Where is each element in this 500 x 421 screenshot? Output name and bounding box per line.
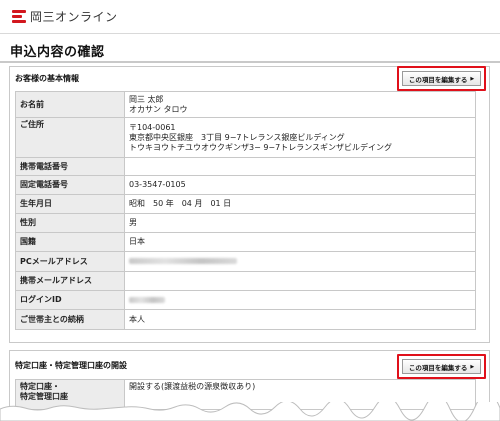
okasan-online-logo[interactable]: 岡三オンライン [12,8,118,25]
row-value-birthdate: 昭和 50 年 04 月 01 日 [124,194,476,214]
row-value-gender: 男 [124,213,476,233]
table-row: 性別 男 [15,213,476,233]
edit-button-label: この項目を編集する [408,75,468,84]
row-value-relationship: 本人 [124,309,476,330]
okasan-logo-icon [12,9,26,25]
basic-info-table: お名前 岡三 太郎 オカサン タロウ ご住所 〒104-0061 東京都中央区銀… [15,91,476,330]
row-label: 固定電話番号 [15,175,125,195]
table-row: お名前 岡三 太郎 オカサン タロウ [15,91,476,118]
row-value-nationality: 日本 [124,232,476,252]
postal-code: 〒104-0061 [129,122,176,132]
arrow-right-icon: ▶ [470,75,475,82]
table-row: 固定電話番号 03-3547-0105 [15,175,476,195]
row-value-mobile-email [124,271,476,291]
table-row: ご住所 〒104-0061 東京都中央区銀座 3丁目 9−7トレランス銀座ビルデ… [15,117,476,158]
table-row: PCメールアドレス [15,251,476,272]
row-label: 生年月日 [15,194,125,214]
edit-basic-info-button[interactable]: この項目を編集する ▶ [402,71,481,86]
table-row: 生年月日 昭和 50 年 04 月 01 日 [15,194,476,214]
row-value-name: 岡三 太郎 オカサン タロウ [124,91,476,118]
edit-frame-tokutei: この項目を編集する ▶ [397,354,486,379]
row-label: 国籍 [15,232,125,252]
row-value-login-id [124,290,476,310]
row-value-phone: 03-3547-0105 [124,175,476,195]
label-line: 特定口座・ [20,382,60,391]
table-row: 携帯メールアドレス [15,271,476,291]
table-row: 携帯電話番号 [15,157,476,176]
edit-tokutei-button[interactable]: この項目を編集する ▶ [402,359,481,374]
edit-button-label: この項目を編集する [408,363,468,372]
table-row: 国籍 日本 [15,232,476,252]
row-label: 性別 [15,213,125,233]
row-label: 携帯メールアドレス [15,271,125,291]
row-value-address: 〒104-0061 東京都中央区銀座 3丁目 9−7トレランス銀座ビルディング … [124,117,476,158]
row-label: 携帯電話番号 [15,157,125,176]
table-row: ログインID [15,290,476,310]
row-label: ログインID [15,290,125,310]
label-line: 特定管理口座 [20,392,68,401]
title-divider [0,61,500,63]
row-label: PCメールアドレス [15,251,125,272]
section-title-tokutei: 特定口座・特定管理口座の開設 [15,361,127,370]
arrow-right-icon: ▶ [470,363,475,370]
row-label: ご住所 [15,117,125,158]
row-label: お名前 [15,91,125,118]
obscured-email [129,258,237,264]
obscured-login-id [129,296,165,303]
edit-frame-basic-info: この項目を編集する ▶ [397,66,486,91]
address-kana: トウキヨウトチユウオウクギンザ3− 9−7トレランスギンザビルデイング [129,142,393,152]
site-header: 岡三オンライン [0,0,500,34]
logo-text: 岡三オンライン [30,10,118,24]
torn-edge-decoration [0,402,500,421]
section-title-basic-info: お客様の基本情報 [15,74,79,83]
row-value-mobile [124,157,476,176]
page-title: 申込内容の確認 [10,45,105,60]
name-kana: オカサン タロウ [129,104,188,114]
row-value-pc-email [124,251,476,272]
row-label: ご世帯主との続柄 [15,309,125,330]
address-kanji: 東京都中央区銀座 3丁目 9−7トレランス銀座ビルディング [129,132,345,142]
table-row: ご世帯主との続柄 本人 [15,309,476,330]
name-kanji: 岡三 太郎 [129,94,164,104]
